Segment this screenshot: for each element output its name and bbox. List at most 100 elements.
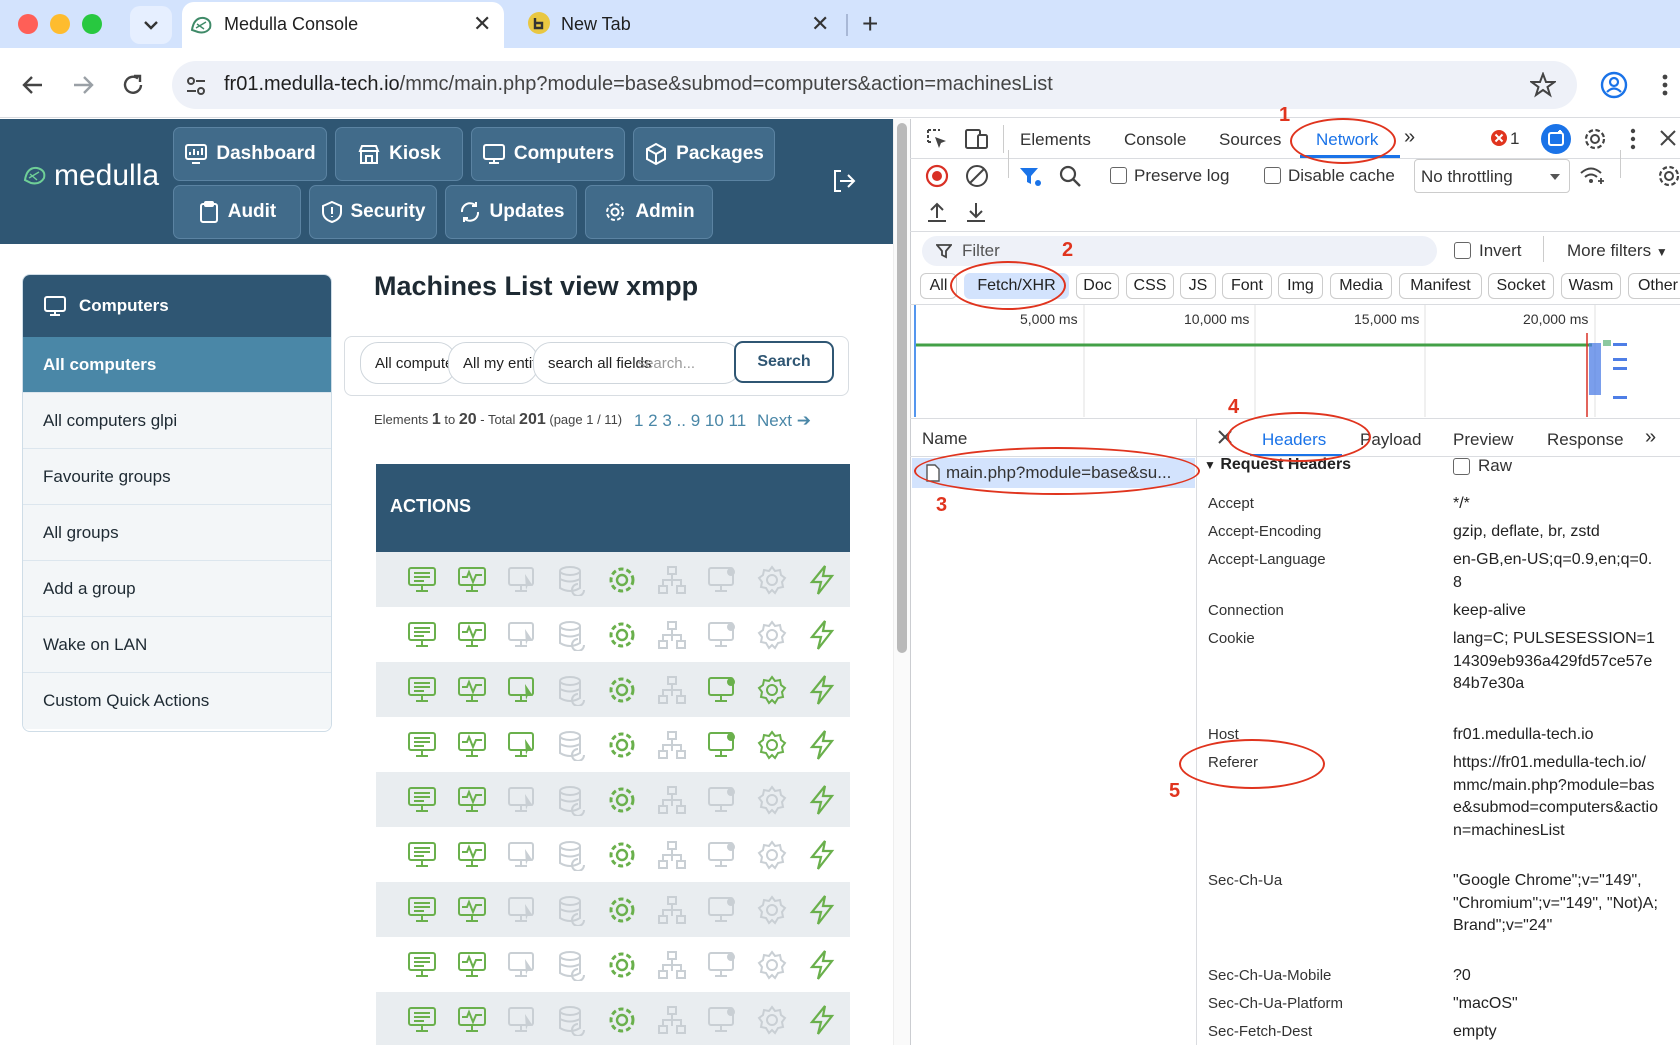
nav-security[interactable]: Security (309, 185, 437, 239)
network-tree-icon[interactable] (656, 1004, 688, 1036)
quick-action-gear-icon[interactable] (606, 729, 638, 761)
more-filters-button[interactable]: More filters ▼ (1567, 241, 1668, 261)
entity-filter-select[interactable]: All my entit (448, 342, 538, 384)
console-icon[interactable] (706, 949, 738, 981)
remote-control-icon[interactable] (506, 674, 538, 706)
lightning-icon[interactable] (806, 784, 838, 816)
lightning-icon[interactable] (806, 674, 838, 706)
record-stop-icon[interactable] (925, 164, 949, 188)
console-icon[interactable] (706, 674, 738, 706)
back-icon[interactable] (20, 72, 46, 98)
backup-icon[interactable] (556, 729, 588, 761)
search-button[interactable]: Search (734, 341, 834, 383)
quick-action-gear-icon[interactable] (606, 784, 638, 816)
network-tree-icon[interactable] (656, 949, 688, 981)
page-scrollbar-thumb[interactable] (897, 123, 907, 653)
settings-gear-icon[interactable] (756, 949, 788, 981)
console-icon[interactable] (706, 839, 738, 871)
network-tree-icon[interactable] (656, 564, 688, 596)
filter-funnel-icon[interactable] (1018, 165, 1042, 187)
new-tab-button[interactable]: + (862, 8, 878, 40)
throttling-select[interactable]: No throttling (1414, 159, 1570, 193)
backup-icon[interactable] (556, 784, 588, 816)
page-links[interactable]: 1 2 3 .. 9 10 11 (634, 411, 746, 431)
backup-icon[interactable] (556, 894, 588, 926)
devtools-settings-icon[interactable] (1582, 126, 1608, 152)
nav-audit[interactable]: Audit (173, 185, 301, 239)
sidebar-item-all-computers[interactable]: All computers (23, 337, 331, 393)
settings-gear-icon[interactable] (756, 564, 788, 596)
remote-control-icon[interactable] (506, 839, 538, 871)
error-icon[interactable] (1489, 128, 1509, 148)
inventory-icon[interactable] (406, 619, 438, 651)
reload-icon[interactable] (120, 72, 146, 98)
network-tree-icon[interactable] (656, 729, 688, 761)
quick-action-gear-icon[interactable] (606, 839, 638, 871)
monitoring-icon[interactable] (456, 894, 488, 926)
remote-control-icon[interactable] (506, 564, 538, 596)
preserve-log-checkbox[interactable] (1110, 167, 1127, 184)
sidebar-item-custom-quick-actions[interactable]: Custom Quick Actions (23, 673, 331, 729)
search-icon[interactable] (1058, 164, 1082, 188)
settings-gear-icon[interactable] (756, 619, 788, 651)
remote-control-icon[interactable] (506, 784, 538, 816)
quick-action-gear-icon[interactable] (606, 1004, 638, 1036)
settings-gear-icon[interactable] (756, 784, 788, 816)
backup-icon[interactable] (556, 674, 588, 706)
backup-icon[interactable] (556, 564, 588, 596)
console-icon[interactable] (706, 894, 738, 926)
type-filter-doc[interactable]: Doc (1076, 273, 1119, 299)
type-filter-socket[interactable]: Socket (1488, 273, 1554, 299)
lightning-icon[interactable] (806, 894, 838, 926)
import-har-icon[interactable] (925, 200, 949, 224)
inspect-element-icon[interactable] (925, 127, 949, 151)
backup-icon[interactable] (556, 949, 588, 981)
console-icon[interactable] (706, 564, 738, 596)
bookmark-star-icon[interactable] (1530, 72, 1556, 98)
close-new-tab-icon[interactable]: ✕ (811, 11, 829, 37)
settings-gear-icon[interactable] (756, 674, 788, 706)
inventory-icon[interactable] (406, 564, 438, 596)
network-tree-icon[interactable] (656, 674, 688, 706)
nav-admin[interactable]: Admin (585, 185, 713, 239)
sidebar-item-add-group[interactable]: Add a group (23, 561, 331, 617)
inventory-icon[interactable] (406, 839, 438, 871)
lightning-icon[interactable] (806, 839, 838, 871)
remote-control-icon[interactable] (506, 949, 538, 981)
console-icon[interactable] (706, 619, 738, 651)
network-tree-icon[interactable] (656, 894, 688, 926)
network-tree-icon[interactable] (656, 839, 688, 871)
next-page-link[interactable]: Next ➔ (757, 411, 811, 431)
medulla-logo[interactable]: medulla (22, 159, 159, 193)
nav-kiosk[interactable]: Kiosk (335, 127, 463, 181)
browser-menu-icon[interactable] (1661, 73, 1669, 97)
lightning-icon[interactable] (806, 949, 838, 981)
close-tab-icon[interactable]: ✕ (473, 11, 491, 37)
tab-elements[interactable]: Elements (1020, 130, 1091, 150)
console-icon[interactable] (706, 729, 738, 761)
monitoring-icon[interactable] (456, 564, 488, 596)
backup-icon[interactable] (556, 619, 588, 651)
settings-gear-icon[interactable] (756, 839, 788, 871)
disable-cache-checkbox[interactable] (1264, 167, 1281, 184)
invert-checkbox[interactable] (1454, 242, 1471, 259)
lightning-icon[interactable] (806, 564, 838, 596)
type-filter-css[interactable]: CSS (1126, 273, 1174, 299)
forward-icon[interactable] (70, 72, 96, 98)
more-detail-tabs-icon[interactable]: » (1645, 426, 1656, 449)
inventory-icon[interactable] (406, 1004, 438, 1036)
console-icon[interactable] (706, 1004, 738, 1036)
device-toolbar-icon[interactable] (964, 127, 990, 151)
quick-action-gear-icon[interactable] (606, 619, 638, 651)
quick-action-gear-icon[interactable] (606, 894, 638, 926)
search-input[interactable]: search all fields search... (533, 342, 741, 384)
type-filter-media[interactable]: Media (1330, 273, 1392, 299)
computer-filter-select[interactable]: All compute (360, 342, 456, 384)
nav-packages[interactable]: Packages (633, 127, 775, 181)
type-filter-img[interactable]: Img (1278, 273, 1323, 299)
backup-icon[interactable] (556, 1004, 588, 1036)
pane-divider[interactable] (1196, 418, 1197, 1045)
quick-action-gear-icon[interactable] (606, 674, 638, 706)
tab-response[interactable]: Response (1547, 430, 1624, 450)
remote-control-icon[interactable] (506, 894, 538, 926)
